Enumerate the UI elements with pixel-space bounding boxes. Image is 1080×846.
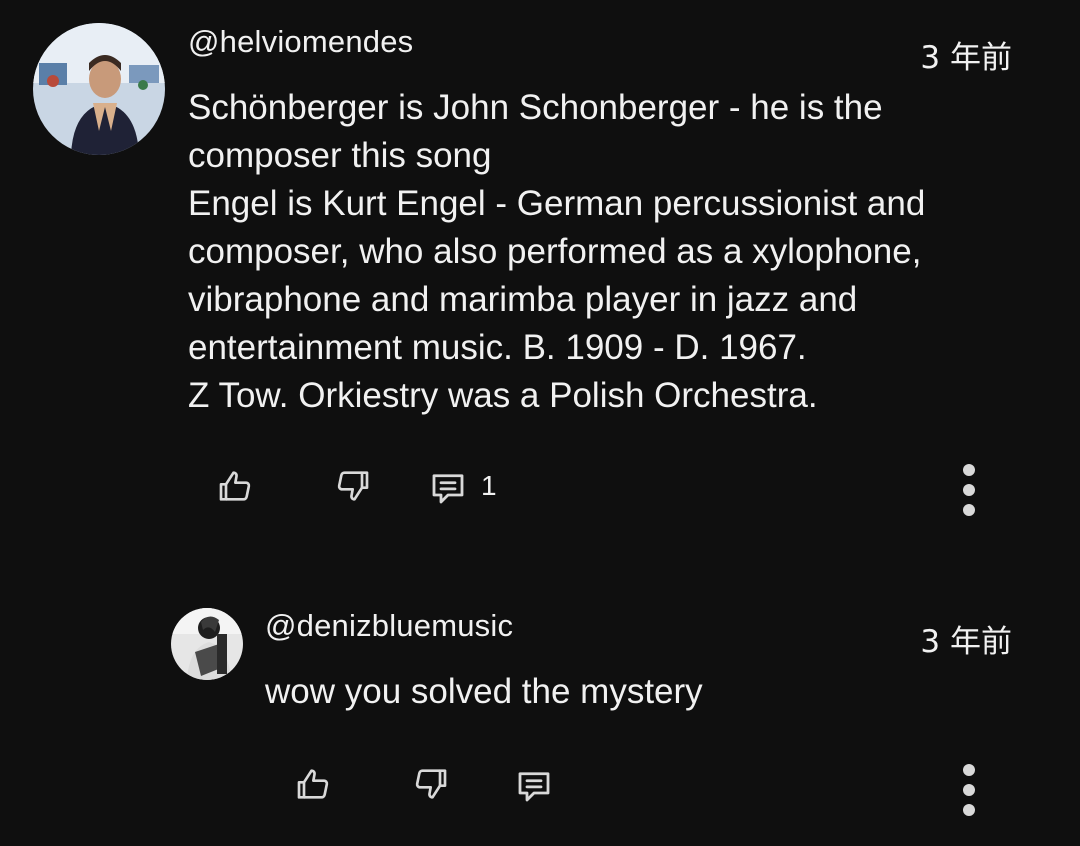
avatar[interactable] [171,608,243,680]
avatar-image [171,608,243,680]
comment-author[interactable]: @denizbluemusic [265,608,513,644]
more-vert-icon[interactable] [959,762,979,818]
comment-text: wow you solved the mystery [265,668,703,716]
reply-icon [518,772,550,802]
dislike-icon [415,769,447,799]
dislike-button[interactable] [404,758,456,810]
reply-button[interactable] [508,760,560,812]
comment-text-line: wow you solved the mystery [265,672,703,711]
like-button[interactable] [288,758,340,810]
reply-comment: @denizbluemusic 3 年前 wow you solved the … [0,0,1080,846]
like-icon [297,769,329,799]
comment-timestamp: 3 年前 [920,624,1012,660]
